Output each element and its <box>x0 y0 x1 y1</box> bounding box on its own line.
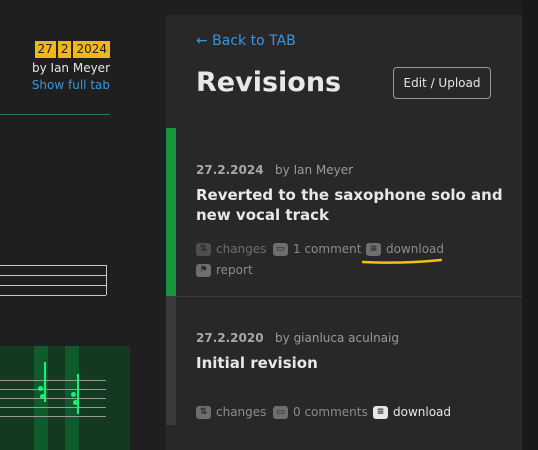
revision-item: 27.2.2024 by Ian Meyer Reverted to the s… <box>166 128 522 296</box>
download-stack-icon: ≡ <box>373 405 388 419</box>
download-action[interactable]: ≡ download <box>366 242 444 256</box>
swap-arrows-icon: ⇅ <box>196 405 211 419</box>
changes-action[interactable]: ⇅ changes <box>196 405 266 419</box>
date-day-badge: 27 <box>34 41 56 58</box>
revisions-panel: ← Back to TAB Revisions Edit / Upload 27… <box>166 15 522 450</box>
note-head <box>40 394 45 399</box>
revision-item: 27.2.2020 by gianluca aculnaig Initial r… <box>166 297 522 425</box>
revision-meta: 27.2.2024 by Ian Meyer <box>196 163 353 177</box>
changes-action[interactable]: ⇅ changes <box>196 242 266 256</box>
download-label: download <box>386 242 445 256</box>
highlight-underline <box>362 258 442 264</box>
show-full-tab-link[interactable]: Show full tab <box>32 78 110 92</box>
revision-author: by gianluca aculnaig <box>275 331 399 345</box>
report-action[interactable]: ⚑ report <box>196 263 253 277</box>
revision-author: by Ian Meyer <box>275 163 354 177</box>
download-label: download <box>393 405 452 419</box>
staff-barline <box>106 265 107 295</box>
divider-line <box>0 114 110 115</box>
changes-label: changes <box>216 405 267 419</box>
tab-staff <box>0 265 106 296</box>
revision-indicator <box>166 297 176 425</box>
back-to-tab-link[interactable]: ← Back to TAB <box>196 33 296 49</box>
note-head <box>71 392 76 397</box>
notation-staff <box>0 380 106 425</box>
comments-action[interactable]: ▭ 1 comment <box>273 242 361 256</box>
note-head <box>38 386 43 391</box>
revision-date: 27.2.2024 <box>196 163 264 177</box>
scrollbar-track[interactable] <box>522 0 538 450</box>
tab-viewer-background: 27 2 2024 by Ian Meyer Show full tab <box>0 0 166 450</box>
note-head <box>73 400 78 405</box>
date-year-badge: 2024 <box>73 41 110 58</box>
revision-title: Initial revision <box>196 354 318 372</box>
download-stack-icon: ≡ <box>366 242 381 256</box>
comment-bubble-icon: ▭ <box>273 242 288 256</box>
date-month-badge: 2 <box>57 41 72 58</box>
comments-label: 0 comments <box>293 405 368 419</box>
flag-icon: ⚑ <box>196 263 211 277</box>
revision-date: 27.2.2020 <box>196 331 264 345</box>
swap-arrows-icon: ⇅ <box>196 242 211 256</box>
revision-title: Reverted to the saxophone solo and new v… <box>196 186 503 224</box>
active-revision-indicator <box>166 128 176 296</box>
note-stem <box>77 374 79 414</box>
comment-bubble-icon: ▭ <box>273 405 288 419</box>
comments-action[interactable]: ▭ 0 comments <box>273 405 368 419</box>
revision-meta: 27.2.2020 by gianluca aculnaig <box>196 331 399 345</box>
comments-label: 1 comment <box>293 242 362 256</box>
edit-upload-button[interactable]: Edit / Upload <box>393 67 491 99</box>
date-badges: 27 2 2024 <box>34 41 110 58</box>
report-label: report <box>216 263 253 277</box>
page-title: Revisions <box>196 67 342 98</box>
tab-author: by Ian Meyer <box>32 61 110 75</box>
download-action[interactable]: ≡ download <box>373 405 451 419</box>
changes-label: changes <box>216 242 267 256</box>
